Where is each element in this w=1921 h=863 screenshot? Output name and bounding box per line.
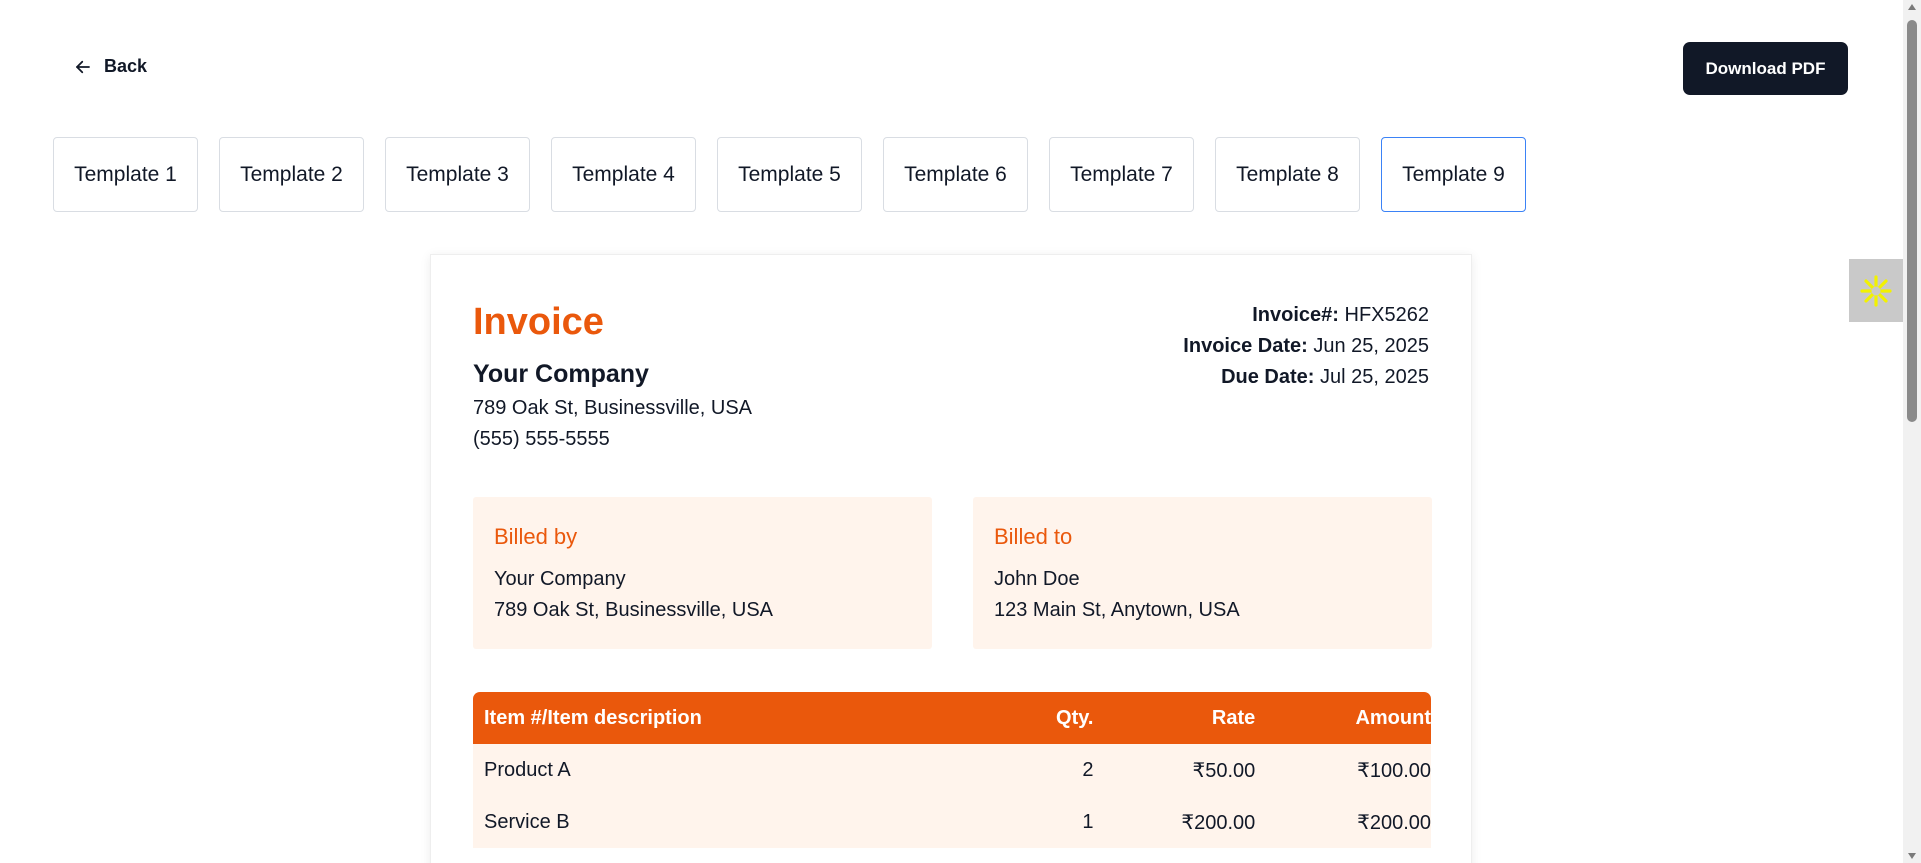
page-scrollbar[interactable]: [1903, 0, 1921, 863]
item-rate: ₹200.00: [1181, 811, 1256, 834]
tab-template-9[interactable]: Template 9: [1381, 137, 1526, 212]
item-qty: 1: [1082, 810, 1094, 833]
tab-template-2[interactable]: Template 2: [219, 137, 364, 212]
billed-to-name: John Doe: [994, 568, 1080, 590]
billed-to-box: Billed to John Doe 123 Main St, Anytown,…: [973, 497, 1432, 649]
billed-by-address: 789 Oak St, Businessville, USA: [494, 599, 774, 621]
tab-template-3[interactable]: Template 3: [385, 137, 530, 212]
tab-template-7[interactable]: Template 7: [1049, 137, 1194, 212]
item-description: Service B: [484, 810, 570, 833]
column-header-description: Item #/Item description: [484, 706, 702, 729]
item-amount: ₹100.00: [1357, 759, 1431, 782]
scroll-down-arrow-icon[interactable]: [1908, 853, 1916, 859]
invoice-date-label: Invoice Date:: [1183, 335, 1308, 357]
asterisk-icon: [1860, 274, 1892, 307]
due-date-label: Due Date:: [1221, 366, 1315, 388]
company-address: 789 Oak St, Businessville, USA: [473, 397, 753, 419]
back-label: Back: [104, 56, 148, 76]
company-phone: (555) 555-5555: [473, 428, 610, 450]
column-header-rate: Rate: [1211, 706, 1256, 729]
billed-by-box: Billed by Your Company 789 Oak St, Busin…: [473, 497, 932, 649]
back-button[interactable]: Back: [74, 56, 147, 77]
template-tabs: Template 1 Template 2 Template 3 Templat…: [53, 137, 1526, 212]
item-rate: ₹50.00: [1192, 759, 1256, 782]
company-name: Your Company: [473, 360, 649, 388]
invoice-date-line: Invoice Date: Jun 25, 2025: [1183, 331, 1429, 362]
billed-by-heading: Billed by: [494, 524, 578, 549]
invoice-preview: Invoice Your Company 789 Oak St, Busines…: [430, 254, 1472, 863]
page: Back Download PDF Template 1 Template 2 …: [0, 0, 1921, 863]
invoice-number: HFX5262: [1344, 304, 1430, 326]
download-pdf-button[interactable]: Download PDF: [1683, 42, 1848, 95]
invoice-title: Invoice: [473, 301, 604, 343]
items-table-body: Product A 2 ₹50.00 ₹100.00 Service B 1 ₹…: [473, 744, 1431, 848]
tab-template-1[interactable]: Template 1: [53, 137, 198, 212]
column-header-amount: Amount: [1355, 706, 1431, 729]
tab-template-4[interactable]: Template 4: [551, 137, 696, 212]
item-description: Product A: [484, 758, 571, 781]
invoice-number-line: Invoice#: HFX5262: [1183, 300, 1429, 331]
items-table-header: Item #/Item description Qty. Rate Amount: [473, 692, 1431, 744]
tab-template-5[interactable]: Template 5: [717, 137, 862, 212]
table-row: Service B 1 ₹200.00 ₹200.00: [473, 796, 1431, 848]
column-header-qty: Qty.: [1056, 706, 1094, 729]
invoice-date: Jun 25, 2025: [1313, 335, 1429, 357]
billed-by-name: Your Company: [494, 568, 626, 590]
billed-to-heading: Billed to: [994, 524, 1073, 549]
due-date: Jul 25, 2025: [1320, 366, 1429, 388]
tab-template-8[interactable]: Template 8: [1215, 137, 1360, 212]
billed-to-address: 123 Main St, Anytown, USA: [994, 599, 1240, 621]
items-table: Item #/Item description Qty. Rate Amount…: [473, 692, 1431, 848]
scroll-thumb[interactable]: [1907, 20, 1917, 422]
tab-template-6[interactable]: Template 6: [883, 137, 1028, 212]
invoice-meta: Invoice#: HFX5262 Invoice Date: Jun 25, …: [1183, 300, 1429, 393]
due-date-line: Due Date: Jul 25, 2025: [1183, 362, 1429, 393]
table-row: Product A 2 ₹50.00 ₹100.00: [473, 744, 1431, 796]
item-amount: ₹200.00: [1357, 811, 1431, 834]
item-qty: 2: [1082, 758, 1094, 781]
side-widget-button[interactable]: [1849, 259, 1903, 322]
invoice-number-label: Invoice#:: [1252, 304, 1339, 326]
scroll-up-arrow-icon[interactable]: [1908, 4, 1916, 10]
arrow-left-icon: [76, 60, 90, 73]
